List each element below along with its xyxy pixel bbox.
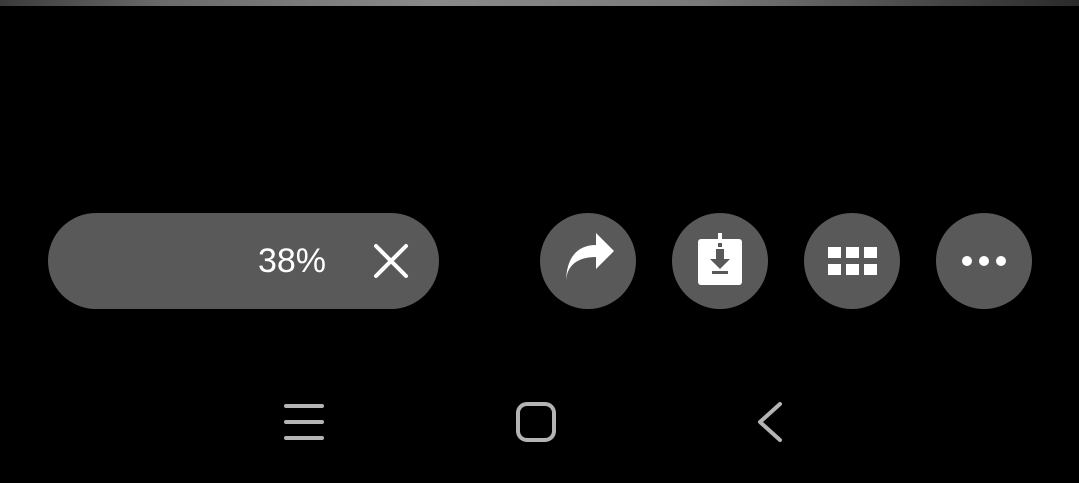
back-nav-button[interactable] [740,392,800,452]
home-nav-button[interactable] [506,392,566,452]
media-preview-edge [0,0,1079,6]
grid-view-button[interactable] [804,213,900,309]
back-icon [758,402,782,442]
cancel-download-button[interactable] [366,236,416,286]
recents-icon [284,404,324,440]
more-options-button[interactable] [936,213,1032,309]
home-icon [516,402,556,442]
grid-icon [828,247,877,275]
share-button[interactable] [540,213,636,309]
recents-nav-button[interactable] [274,392,334,452]
more-dots-icon [962,256,1006,266]
download-button[interactable] [672,213,768,309]
close-icon [374,244,408,278]
download-progress-pill: 38% [48,213,439,309]
share-arrow-icon [566,233,614,283]
progress-percent: 38% [257,242,327,280]
download-icon [698,233,742,285]
